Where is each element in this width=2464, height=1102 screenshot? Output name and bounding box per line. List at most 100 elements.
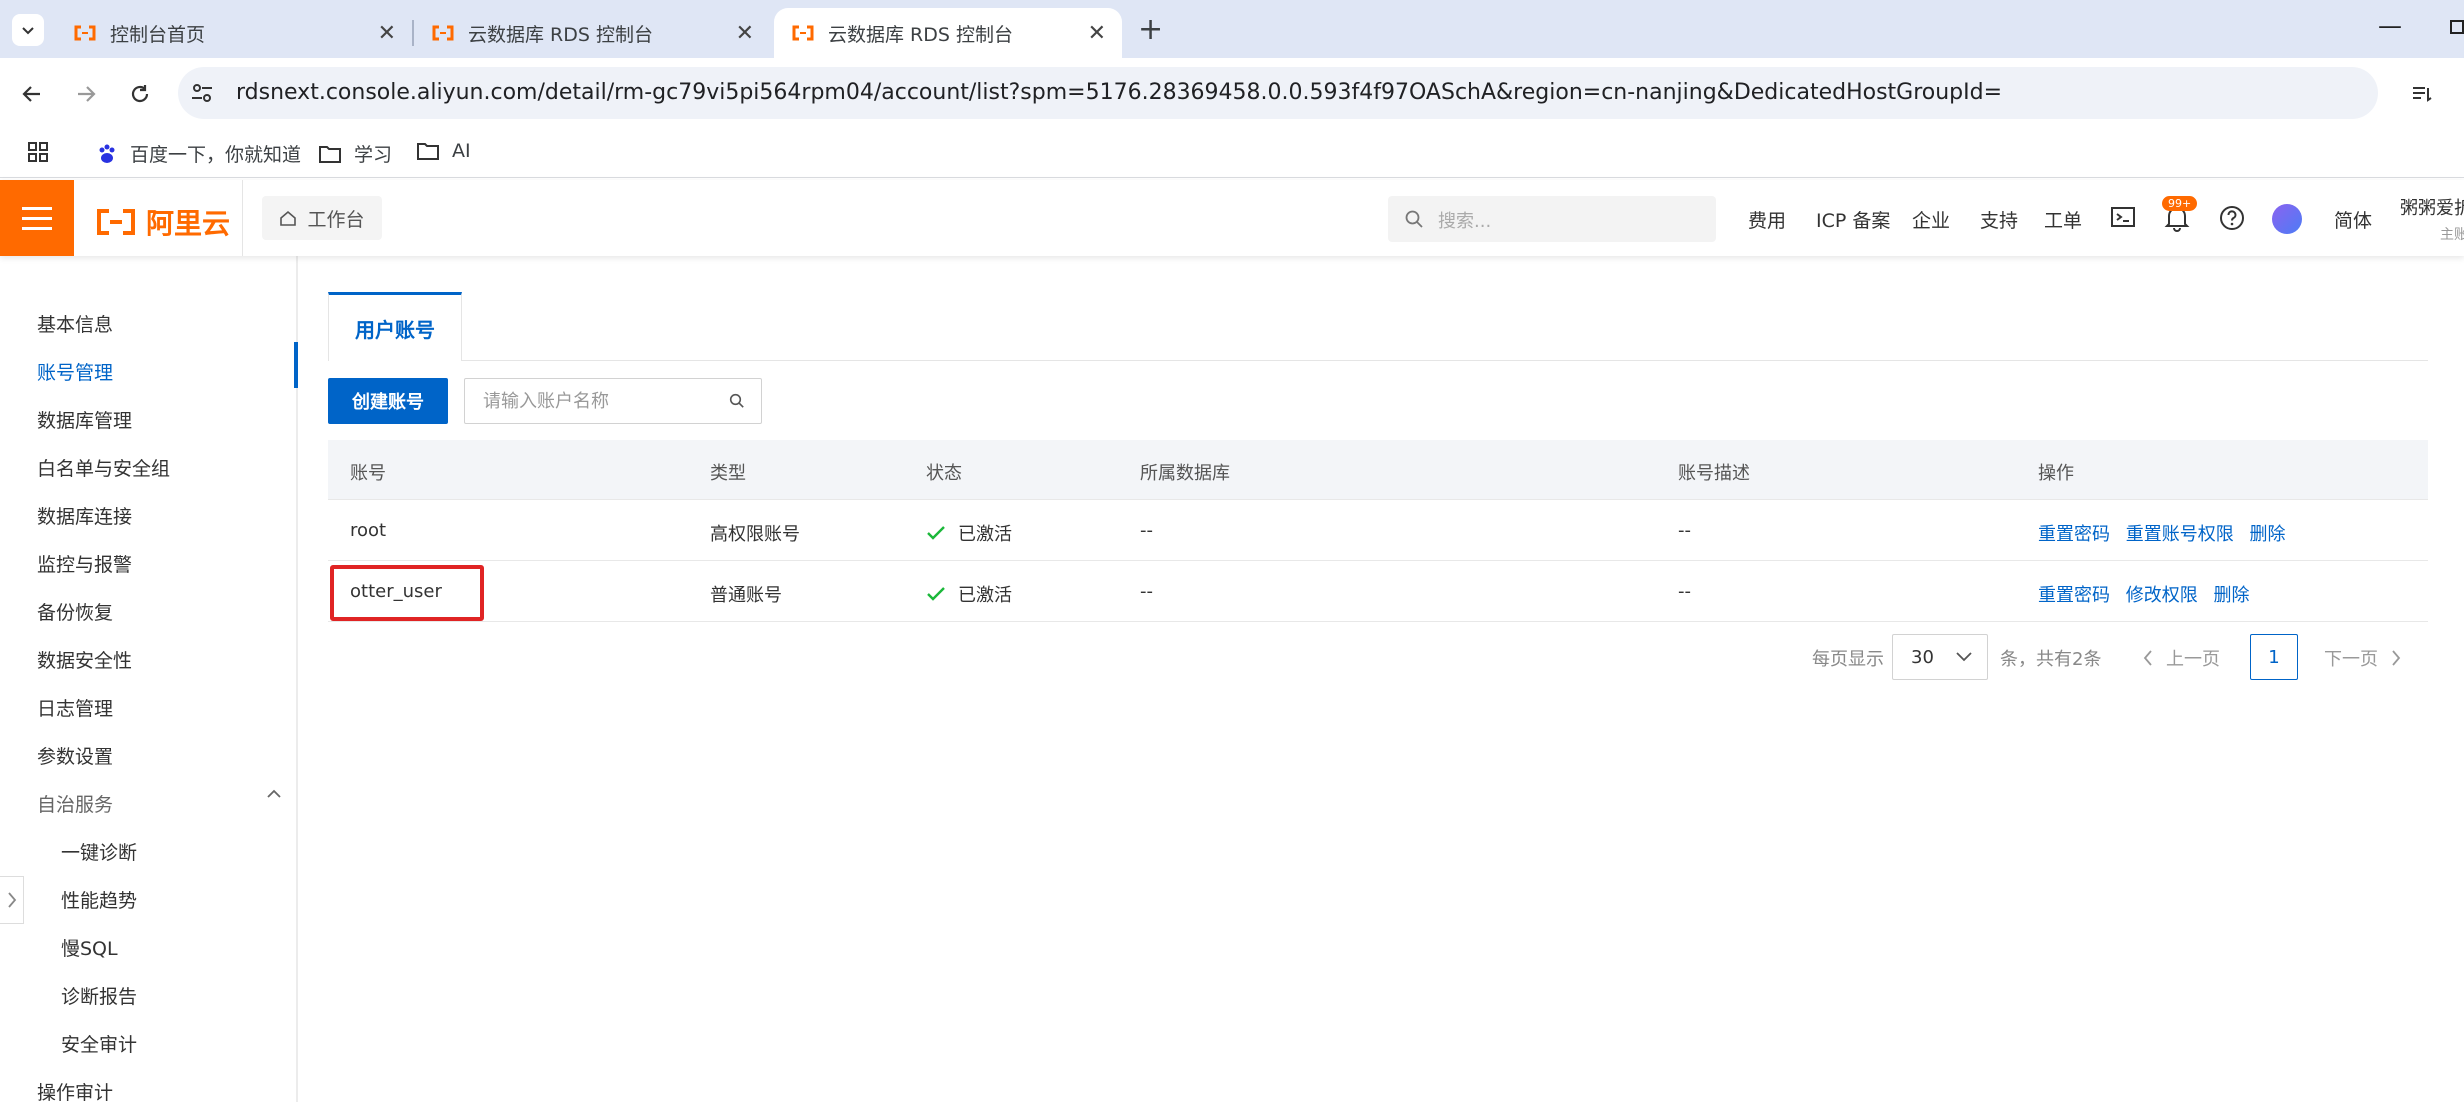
reload-icon[interactable] [124, 78, 156, 110]
per-page-select[interactable]: 30 [1892, 634, 1988, 680]
reset-password-link[interactable]: 重置密码 [2038, 524, 2110, 545]
logo-text: 阿里云 [146, 207, 231, 240]
url-omnibox[interactable]: rdsnext.console.aliyun.com/detail/rm-gc7… [178, 67, 2378, 119]
console-search-input[interactable]: 搜索... [1388, 196, 1716, 242]
chevron-left-icon [2143, 650, 2152, 666]
aliyun-logo-icon [97, 209, 135, 235]
hamburger-menu-icon[interactable] [0, 180, 74, 256]
forward-arrow-icon[interactable] [70, 78, 102, 110]
cell-actions: 重置密码 修改权限 删除 [2038, 581, 2259, 607]
apps-grid-icon[interactable] [26, 140, 50, 164]
browser-tab-rds-1[interactable]: 云数据库 RDS 控制台 ✕ [414, 8, 770, 58]
back-arrow-icon[interactable] [16, 78, 48, 110]
sidebar-item-data-security[interactable]: 数据安全性 [37, 646, 132, 673]
logo-divider [242, 180, 243, 256]
tab-title: 云数据库 RDS 控制台 [468, 23, 653, 46]
bookmark-folder-ai[interactable]: AI [416, 140, 471, 162]
chevron-right-icon [7, 892, 16, 908]
sidebar-expand-toggle[interactable] [0, 876, 24, 924]
sidebar-item-whitelist[interactable]: 白名单与安全组 [37, 454, 170, 481]
table-header-row: 账号 类型 状态 所属数据库 账号描述 操作 [328, 440, 2428, 500]
sidebar-subitem-performance[interactable]: 性能趋势 [61, 886, 137, 913]
nav-link-billing[interactable]: 费用 [1748, 206, 1786, 233]
sidebar-subitem-audit[interactable]: 安全审计 [61, 1030, 137, 1057]
col-header-type: 类型 [710, 463, 746, 484]
sidebar-item-logs[interactable]: 日志管理 [37, 694, 113, 721]
sidebar-item-basic-info[interactable]: 基本信息 [37, 310, 113, 337]
per-page-label: 每页显示 [1812, 649, 1884, 670]
window-restore-icon[interactable] [2450, 20, 2464, 34]
cell-status: 已激活 [926, 581, 1012, 607]
aliyun-logo[interactable]: 阿里云 [96, 202, 230, 242]
page-number-current[interactable]: 1 [2250, 634, 2298, 680]
workbench-button[interactable]: 工作台 [262, 196, 382, 240]
col-header-database: 所属数据库 [1140, 463, 1230, 484]
bookmark-folder-study[interactable]: 学习 [318, 140, 392, 167]
sidebar-item-operation-audit[interactable]: 操作审计 [37, 1078, 113, 1102]
window-minimize-icon[interactable]: — [2378, 12, 2402, 40]
sidebar-item-db-connection[interactable]: 数据库连接 [37, 502, 132, 529]
bookmarks-bar: 百度一下，你就知道 学习 AI [0, 130, 2464, 178]
bookmark-baidu[interactable]: 百度一下，你就知道 [96, 140, 301, 167]
url-text: rdsnext.console.aliyun.com/detail/rm-gc7… [236, 80, 2003, 105]
nav-link-enterprise[interactable]: 企业 [1912, 206, 1950, 233]
create-account-button[interactable]: 创建账号 [328, 378, 448, 424]
browser-tab-bar: 控制台首页 ✕ 云数据库 RDS 控制台 ✕ 云数据库 RDS 控制台 ✕ + … [0, 0, 2464, 58]
sidebar-item-monitoring[interactable]: 监控与报警 [37, 550, 132, 577]
reset-permissions-link[interactable]: 重置账号权限 [2126, 524, 2234, 545]
col-header-account: 账号 [350, 463, 386, 484]
left-sidebar: 基本信息 账号管理 数据库管理 白名单与安全组 数据库连接 监控与报警 备份恢复… [0, 256, 298, 1102]
help-icon[interactable] [2218, 204, 2246, 232]
account-search-input[interactable] [465, 379, 715, 423]
browser-tab-console-home[interactable]: 控制台首页 ✕ [56, 8, 412, 58]
home-icon [280, 210, 297, 226]
aliyun-favicon-icon [792, 25, 814, 41]
browser-address-bar: rdsnext.console.aliyun.com/detail/rm-gc7… [0, 58, 2464, 130]
close-icon[interactable]: ✕ [1088, 21, 1106, 46]
sidebar-item-parameters[interactable]: 参数设置 [37, 742, 113, 769]
prev-page-button[interactable]: 上一页 [2142, 645, 2220, 671]
modify-permissions-link[interactable]: 修改权限 [2126, 585, 2198, 606]
new-tab-plus-icon[interactable]: + [1138, 12, 1163, 47]
cell-status: 已激活 [926, 520, 1012, 546]
sidebar-item-backup[interactable]: 备份恢复 [37, 598, 113, 625]
search-icon[interactable] [729, 393, 745, 409]
sidebar-subitem-report[interactable]: 诊断报告 [61, 982, 137, 1009]
site-info-tune-icon[interactable] [188, 79, 216, 107]
reset-password-link[interactable]: 重置密码 [2038, 585, 2110, 606]
console-top-nav: 阿里云 工作台 搜索... 费用 ICP 备案 企业 支持 工单 99+ 简体 … [0, 180, 2464, 256]
language-switch[interactable]: 简体 [2334, 206, 2372, 233]
nav-link-ticket[interactable]: 工单 [2044, 206, 2082, 233]
cell-database: -- [1140, 520, 1153, 541]
browser-tab-rds-2-active[interactable]: 云数据库 RDS 控制台 ✕ [774, 8, 1122, 58]
aliyun-favicon-icon [432, 25, 454, 41]
sidebar-subitem-slow-sql[interactable]: 慢SQL [61, 934, 118, 961]
next-page-button[interactable]: 下一页 [2324, 645, 2402, 671]
col-header-actions: 操作 [2038, 463, 2074, 484]
nav-link-support[interactable]: 支持 [1980, 206, 2018, 233]
cell-type: 高权限账号 [710, 524, 800, 545]
nav-link-icp[interactable]: ICP 备案 [1816, 206, 1890, 233]
close-icon[interactable]: ✕ [736, 21, 754, 46]
terminal-icon[interactable] [2110, 204, 2136, 230]
table-row: root 高权限账号 已激活 -- -- 重置密码 重置账号权限 删除 [328, 500, 2428, 561]
sidebar-group-autonomy[interactable]: 自治服务 [37, 790, 113, 817]
sidebar-item-account-management[interactable]: 账号管理 [37, 358, 113, 385]
reading-list-icon[interactable] [2406, 78, 2438, 110]
ai-assistant-icon[interactable] [2272, 204, 2302, 234]
table-row: otter_user 普通账号 已激活 -- -- 重置密码 修改权限 删除 [328, 561, 2428, 622]
sidebar-item-database-management[interactable]: 数据库管理 [37, 406, 132, 433]
cell-database: -- [1140, 581, 1153, 602]
main-content: 用户账号 创建账号 账号 类型 状态 所属数据库 账号描述 操作 root 高权… [298, 256, 2464, 1102]
tab-search-button[interactable] [12, 14, 44, 46]
next-page-label: 下一页 [2324, 649, 2378, 670]
user-name[interactable]: 粥粥爱折 [2400, 194, 2464, 220]
sidebar-subitem-diagnosis[interactable]: 一键诊断 [61, 838, 137, 865]
delete-link[interactable]: 删除 [2249, 524, 2285, 545]
delete-link[interactable]: 删除 [2213, 585, 2249, 606]
workbench-label: 工作台 [307, 208, 365, 231]
total-count-text: 条，共有2条 [2000, 649, 2102, 670]
chevron-up-icon[interactable] [266, 788, 282, 800]
tab-user-accounts[interactable]: 用户账号 [328, 292, 462, 361]
close-icon[interactable]: ✕ [378, 21, 396, 46]
